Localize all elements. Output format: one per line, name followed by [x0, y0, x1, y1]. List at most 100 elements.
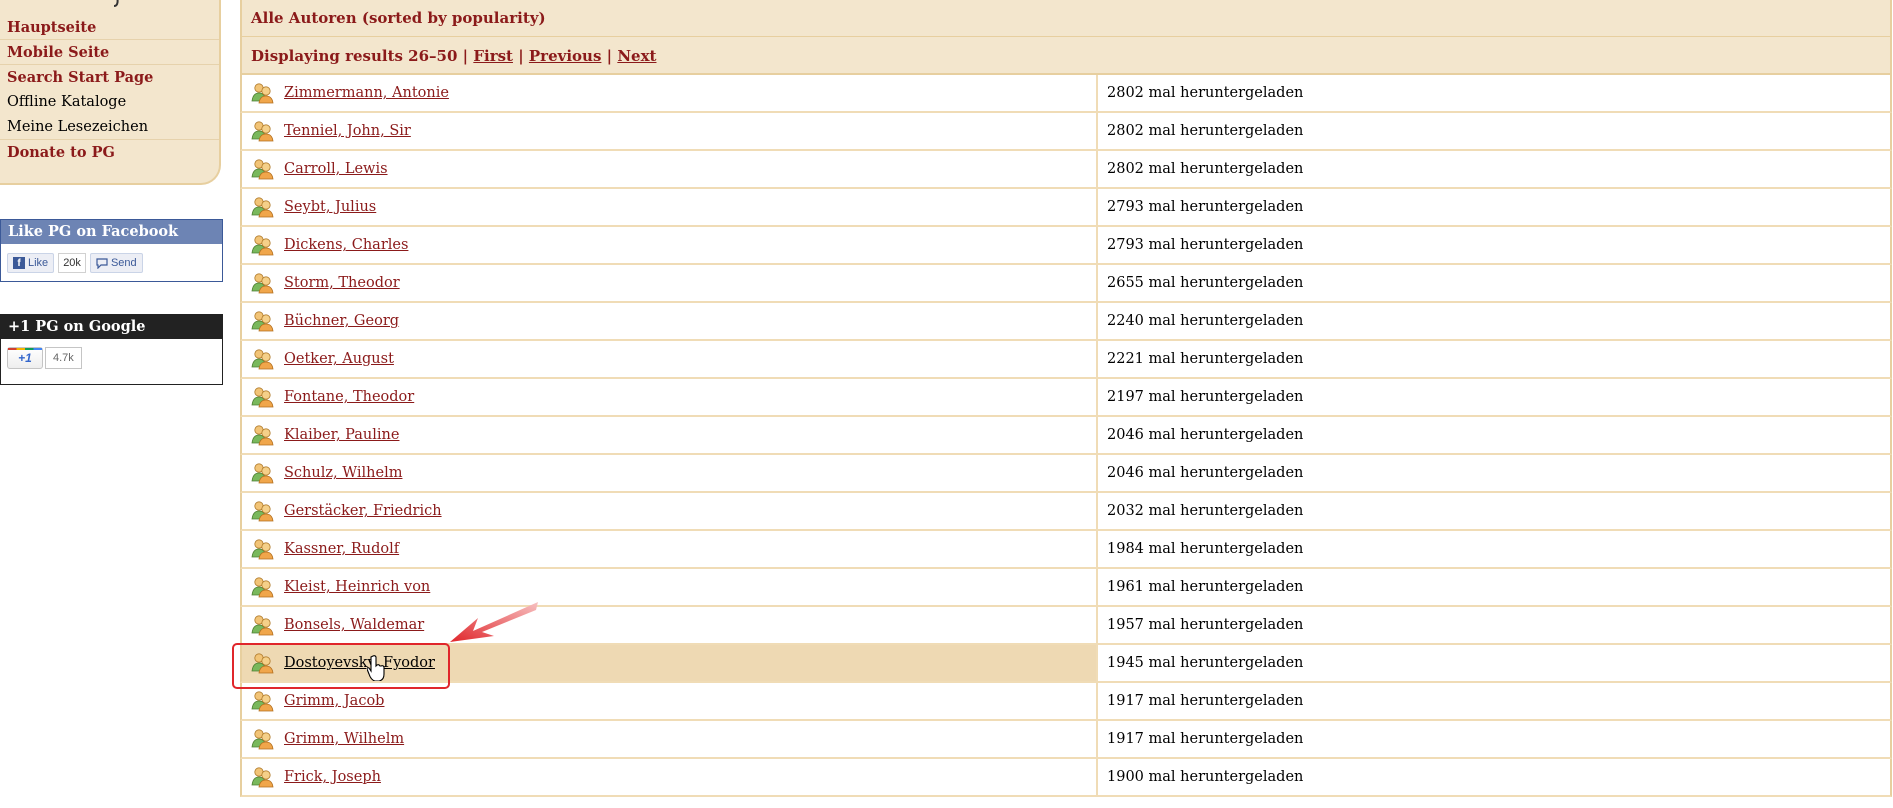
table-row: Grimm, Wilhelm 1917 mal heruntergeladen [240, 721, 1892, 759]
author-people-icon [251, 311, 274, 332]
download-count: 1957 mal heruntergeladen [1107, 617, 1304, 633]
author-link[interactable]: Klaiber, Pauline [284, 427, 399, 443]
author-name-cell: Büchner, Georg [242, 303, 1098, 339]
author-link[interactable]: Kleist, Heinrich von [284, 579, 430, 595]
download-count: 1917 mal heruntergeladen [1107, 731, 1304, 747]
facebook-like-label: Like [28, 257, 49, 269]
author-name-cell: Tenniel, John, Sir [242, 113, 1098, 149]
red-arrow-icon [450, 602, 538, 642]
download-count: 2802 mal heruntergeladen [1107, 123, 1304, 139]
author-name-cell: Carroll, Lewis [242, 151, 1098, 187]
download-count: 2655 mal heruntergeladen [1107, 275, 1304, 291]
author-people-icon [251, 83, 274, 104]
google-stripe-icon [8, 348, 42, 350]
author-link[interactable]: Frick, Joseph [284, 769, 381, 785]
table-row: Schulz, Wilhelm 2046 mal heruntergeladen [240, 455, 1892, 493]
author-name-cell: Kassner, Rudolf [242, 531, 1098, 567]
facebook-like-button[interactable]: f Like [7, 253, 55, 273]
author-link[interactable]: Büchner, Georg [284, 313, 399, 329]
sidebar-item-meine-lesezeichen[interactable]: Meine Lesezeichen [0, 115, 219, 140]
author-people-icon [251, 729, 274, 750]
table-row: Fontane, Theodor 2197 mal heruntergeladen [240, 379, 1892, 417]
author-link[interactable]: Dickens, Charles [284, 237, 408, 253]
author-link[interactable]: Zimmermann, Antonie [284, 85, 449, 101]
pagination-previous-link[interactable]: Previous [529, 47, 602, 65]
table-row: Storm, Theodor 2655 mal heruntergeladen [240, 265, 1892, 303]
highlight-frame [232, 643, 450, 689]
sidebar-item-hauptseite[interactable]: Hauptseite [0, 15, 219, 40]
google-plus-widget-title: +1 PG on Google [1, 315, 222, 339]
author-people-icon [251, 615, 274, 636]
author-link[interactable]: Schulz, Wilhelm [284, 465, 402, 481]
author-name-cell: Grimm, Wilhelm [242, 721, 1098, 757]
download-count: 2032 mal heruntergeladen [1107, 503, 1304, 519]
author-name-cell: Gerstäcker, Friedrich [242, 493, 1098, 529]
author-link[interactable]: Tenniel, John, Sir [284, 123, 411, 139]
page-title: Alle Autoren (sorted by popularity) [240, 0, 1892, 37]
table-row: Carroll, Lewis 2802 mal heruntergeladen [240, 151, 1892, 189]
author-name-cell: Oetker, August [242, 341, 1098, 377]
download-count: 2793 mal heruntergeladen [1107, 237, 1304, 253]
author-people-icon [251, 767, 274, 788]
download-count: 2240 mal heruntergeladen [1107, 313, 1304, 329]
author-link[interactable]: Gerstäcker, Friedrich [284, 503, 442, 519]
table-row: Tenniel, John, Sir 2802 mal heruntergelad… [240, 113, 1892, 151]
download-count: 1961 mal heruntergeladen [1107, 579, 1304, 595]
table-row: Frick, Joseph 1900 mal heruntergeladen [240, 759, 1892, 797]
author-people-icon [251, 159, 274, 180]
hand-cursor-icon [367, 655, 385, 681]
author-name-cell: Kleist, Heinrich von [242, 569, 1098, 605]
pagination-next-link[interactable]: Next [617, 47, 656, 65]
author-people-icon [251, 577, 274, 598]
download-count: 2221 mal heruntergeladen [1107, 351, 1304, 367]
author-link[interactable]: Fontane, Theodor [284, 389, 414, 405]
author-link[interactable]: Bonsels, Waldemar [284, 617, 424, 633]
author-people-icon [251, 121, 274, 142]
google-plus-widget: +1 PG on Google +1 4.7k [0, 314, 223, 385]
table-row: Büchner, Georg 2240 mal heruntergeladen [240, 303, 1892, 341]
author-name-cell: Klaiber, Pauline [242, 417, 1098, 453]
download-count: 2197 mal heruntergeladen [1107, 389, 1304, 405]
author-name-cell: Dickens, Charles [242, 227, 1098, 263]
author-people-icon [251, 425, 274, 446]
author-link[interactable]: Grimm, Wilhelm [284, 731, 404, 747]
author-link[interactable]: Seybt, Julius [284, 199, 376, 215]
pagination-bar: Displaying results 26–50 | First | Previ… [240, 37, 1892, 75]
download-count: 2802 mal heruntergeladen [1107, 85, 1304, 101]
google-plus-one-label: +1 [18, 351, 32, 365]
download-count: 1900 mal heruntergeladen [1107, 769, 1304, 785]
author-name-cell: Seybt, Julius [242, 189, 1098, 225]
pagination-separator: | [518, 47, 524, 65]
table-row: Oetker, August 2221 mal heruntergeladen [240, 341, 1892, 379]
sidebar-item-mobile-seite[interactable]: Mobile Seite [0, 40, 219, 65]
author-name-cell: Fontane, Theodor [242, 379, 1098, 415]
logo-fragment-icon [113, 0, 119, 7]
facebook-widget: Like PG on Facebook f Like 20k Send [0, 219, 223, 282]
author-link[interactable]: Storm, Theodor [284, 275, 400, 291]
download-count: 1917 mal heruntergeladen [1107, 693, 1304, 709]
author-link[interactable]: Kassner, Rudolf [284, 541, 399, 557]
download-count: 2802 mal heruntergeladen [1107, 161, 1304, 177]
pagination-separator: | [606, 47, 613, 65]
pagination-first-link[interactable]: First [473, 47, 513, 65]
author-name-cell: Frick, Joseph [242, 759, 1098, 795]
author-link[interactable]: Carroll, Lewis [284, 161, 388, 177]
google-plus-one-button[interactable]: +1 [7, 347, 43, 369]
author-link[interactable]: Oetker, August [284, 351, 394, 367]
download-count: 2046 mal heruntergeladen [1107, 465, 1304, 481]
sidebar-item-offline-kataloge[interactable]: Offline Kataloge [0, 90, 219, 115]
author-people-icon [251, 463, 274, 484]
author-name-cell: Schulz, Wilhelm [242, 455, 1098, 491]
download-count: 2046 mal heruntergeladen [1107, 427, 1304, 443]
facebook-like-count: 20k [58, 253, 86, 273]
author-people-icon [251, 501, 274, 522]
table-row: Kassner, Rudolf 1984 mal heruntergeladen [240, 531, 1892, 569]
download-count: 2793 mal heruntergeladen [1107, 199, 1304, 215]
sidebar-item-donate[interactable]: Donate to PG [0, 140, 219, 165]
author-link[interactable]: Grimm, Jacob [284, 693, 384, 709]
table-row: Dickens, Charles 2793 mal heruntergeladen [240, 227, 1892, 265]
download-count: 1984 mal heruntergeladen [1107, 541, 1304, 557]
sidebar-item-search-start-page[interactable]: Search Start Page [0, 65, 219, 90]
author-people-icon [251, 349, 274, 370]
facebook-send-button[interactable]: Send [89, 253, 143, 273]
